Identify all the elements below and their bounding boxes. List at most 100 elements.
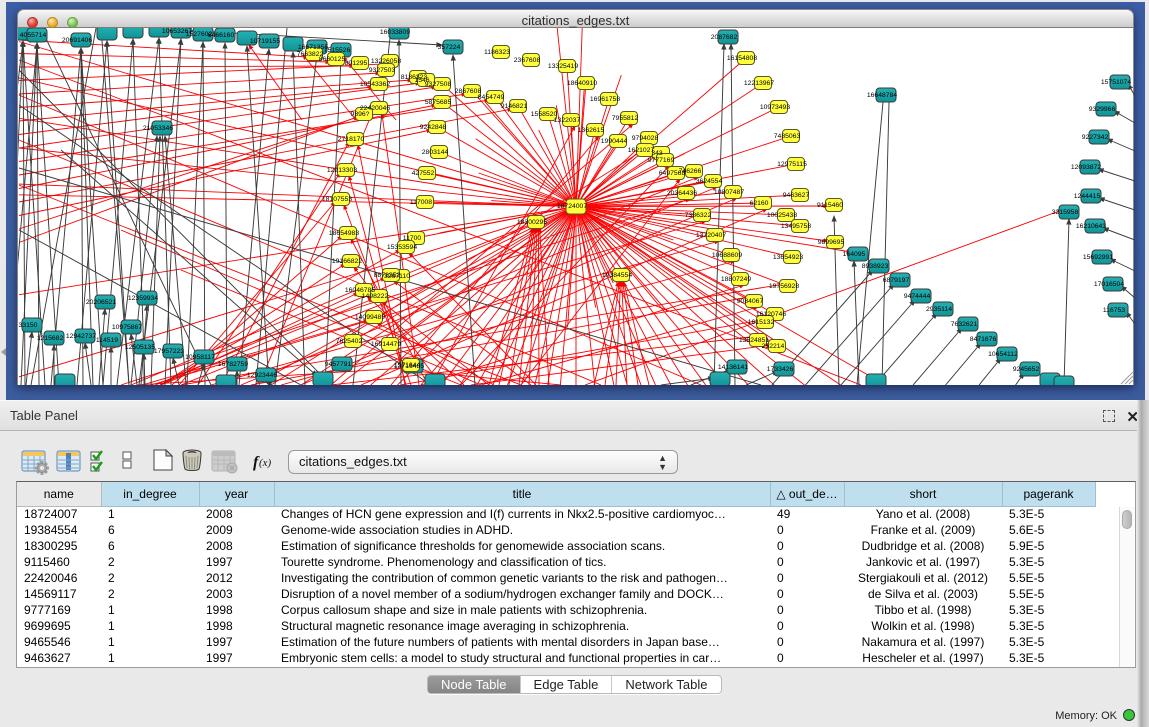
svg-text:9115460: 9115460 xyxy=(817,202,843,209)
svg-text:15692991: 15692991 xyxy=(1083,254,1113,261)
svg-text:13325419: 13325419 xyxy=(548,63,578,70)
svg-text:12923446: 12923446 xyxy=(247,372,277,379)
svg-text:20364436: 20364436 xyxy=(667,190,697,197)
svg-text:357224: 357224 xyxy=(438,44,461,51)
svg-text:6466160: 6466160 xyxy=(208,32,235,39)
svg-text:62160: 62160 xyxy=(750,200,769,207)
svg-text:10975867: 10975867 xyxy=(112,324,142,331)
svg-text:2803144: 2803144 xyxy=(422,149,449,156)
svg-text:1571644: 1571644 xyxy=(394,362,421,369)
svg-text:8878352: 8878352 xyxy=(374,272,401,279)
svg-text:8471676: 8471676 xyxy=(970,336,997,343)
svg-text:12359934: 12359934 xyxy=(128,295,158,302)
svg-text:1733426: 1733426 xyxy=(767,366,794,373)
svg-text:10543362: 10543362 xyxy=(360,81,390,88)
svg-text:8938923: 8938923 xyxy=(862,263,889,270)
svg-text:7386322: 7386322 xyxy=(685,212,712,219)
svg-text:2718170: 2718170 xyxy=(338,136,365,143)
svg-text:9474444: 9474444 xyxy=(904,293,931,300)
svg-text:15353594: 15353594 xyxy=(387,244,417,251)
svg-text:18724007: 18724007 xyxy=(557,203,587,210)
svg-text:891295: 891295 xyxy=(345,60,368,67)
svg-text:18807249: 18807249 xyxy=(721,276,751,283)
svg-text:9777169: 9777169 xyxy=(648,157,675,164)
svg-text:1990444: 1990444 xyxy=(601,138,628,145)
svg-text:9084067: 9084067 xyxy=(737,298,764,305)
svg-text:16120746: 16120746 xyxy=(756,311,786,318)
svg-text:1244415: 1244415 xyxy=(1074,193,1101,200)
svg-text:9794028: 9794028 xyxy=(632,135,659,142)
svg-text:14099489: 14099489 xyxy=(355,314,385,321)
svg-text:427552: 427552 xyxy=(412,170,435,177)
svg-text:33150: 33150 xyxy=(19,322,38,329)
svg-text:10719155: 10719155 xyxy=(250,38,280,45)
svg-text:9146821: 9146821 xyxy=(501,103,528,110)
svg-text:12213303: 12213303 xyxy=(327,167,357,174)
svg-text:19166822: 19166822 xyxy=(332,258,362,265)
svg-text:114519: 114519 xyxy=(96,337,118,344)
svg-text:10654112: 10654112 xyxy=(988,351,1018,358)
svg-text:18654983: 18654983 xyxy=(329,230,359,237)
svg-text:16154808: 16154808 xyxy=(727,55,757,62)
svg-text:13226058: 13226058 xyxy=(371,58,401,65)
svg-text:1615132: 1615132 xyxy=(748,319,775,326)
svg-text:3624554: 3624554 xyxy=(696,178,723,185)
svg-text:14136141: 14136141 xyxy=(718,364,748,371)
svg-text:4055714: 4055714 xyxy=(20,32,47,39)
svg-text:1322037: 1322037 xyxy=(554,117,581,124)
svg-text:10025438: 10025438 xyxy=(767,212,797,219)
svg-text:13654923: 13654923 xyxy=(773,254,803,261)
svg-text:(x): (x) xyxy=(259,457,272,469)
svg-text:9327503: 9327503 xyxy=(369,67,396,74)
svg-text:18640910: 18640910 xyxy=(567,80,597,87)
svg-text:7625402: 7625402 xyxy=(336,338,363,345)
svg-text:16782759: 16782759 xyxy=(218,361,248,368)
svg-text:10688609: 10688609 xyxy=(712,252,742,259)
svg-text:10807487: 10807487 xyxy=(714,189,744,196)
svg-text:164095: 164095 xyxy=(843,251,866,258)
svg-text:17016504: 17016504 xyxy=(1094,281,1124,288)
svg-text:16033809: 16033809 xyxy=(380,29,410,36)
svg-text:16914479: 16914479 xyxy=(371,341,401,348)
svg-text:117008: 117008 xyxy=(410,199,432,206)
svg-text:12093872: 12093872 xyxy=(1071,164,1101,171)
svg-text:3215958: 3215958 xyxy=(1052,209,1079,216)
svg-text:20691406: 20691406 xyxy=(62,37,92,44)
svg-text:12505135: 12505135 xyxy=(125,344,155,351)
svg-text:12213967: 12213967 xyxy=(744,80,774,87)
svg-text:746266: 746266 xyxy=(679,168,702,175)
svg-text:7485063: 7485063 xyxy=(774,133,801,140)
svg-text:9329966: 9329966 xyxy=(1089,106,1116,113)
svg-text:116753: 116753 xyxy=(1103,307,1125,314)
svg-text:9245652: 9245652 xyxy=(1013,366,1040,373)
svg-text:8454749: 8454749 xyxy=(478,94,505,101)
svg-text:15751074: 15751074 xyxy=(1101,79,1131,86)
svg-text:16961758: 16961758 xyxy=(590,96,620,103)
svg-text:21053346: 21053346 xyxy=(143,125,173,132)
svg-text:9896?: 9896? xyxy=(351,111,370,118)
svg-text:1546: 1546 xyxy=(414,77,429,84)
svg-text:1362615: 1362615 xyxy=(578,127,605,134)
svg-text:12975115: 12975115 xyxy=(777,161,807,168)
svg-text:17957223: 17957223 xyxy=(154,348,184,355)
svg-text:2087682: 2087682 xyxy=(711,34,738,41)
svg-text:12942737: 12942737 xyxy=(66,333,96,340)
svg-text:8660125: 8660125 xyxy=(319,56,346,63)
svg-text:16210643: 16210643 xyxy=(1076,223,1106,230)
svg-text:11700: 11700 xyxy=(403,235,422,242)
svg-text:19756928: 19756928 xyxy=(769,283,799,290)
svg-text:1215682: 1215682 xyxy=(37,335,64,342)
svg-text:18107553: 18107553 xyxy=(322,196,352,203)
svg-text:19384554: 19384554 xyxy=(602,272,632,279)
svg-text:7515526: 7515526 xyxy=(324,47,351,54)
svg-text:9227342: 9227342 xyxy=(1082,134,1109,141)
svg-text:9463627: 9463627 xyxy=(783,192,810,199)
svg-text:10958117: 10958117 xyxy=(185,354,215,361)
svg-text:252214: 252214 xyxy=(762,343,785,350)
svg-text:2935114: 2935114 xyxy=(926,306,952,313)
svg-text:13720407: 13720407 xyxy=(696,232,726,239)
svg-text:5875685: 5875685 xyxy=(425,99,452,106)
svg-text:6879197: 6879197 xyxy=(883,277,910,284)
svg-text:7955812: 7955812 xyxy=(612,115,639,122)
svg-text:9699695: 9699695 xyxy=(818,239,845,246)
